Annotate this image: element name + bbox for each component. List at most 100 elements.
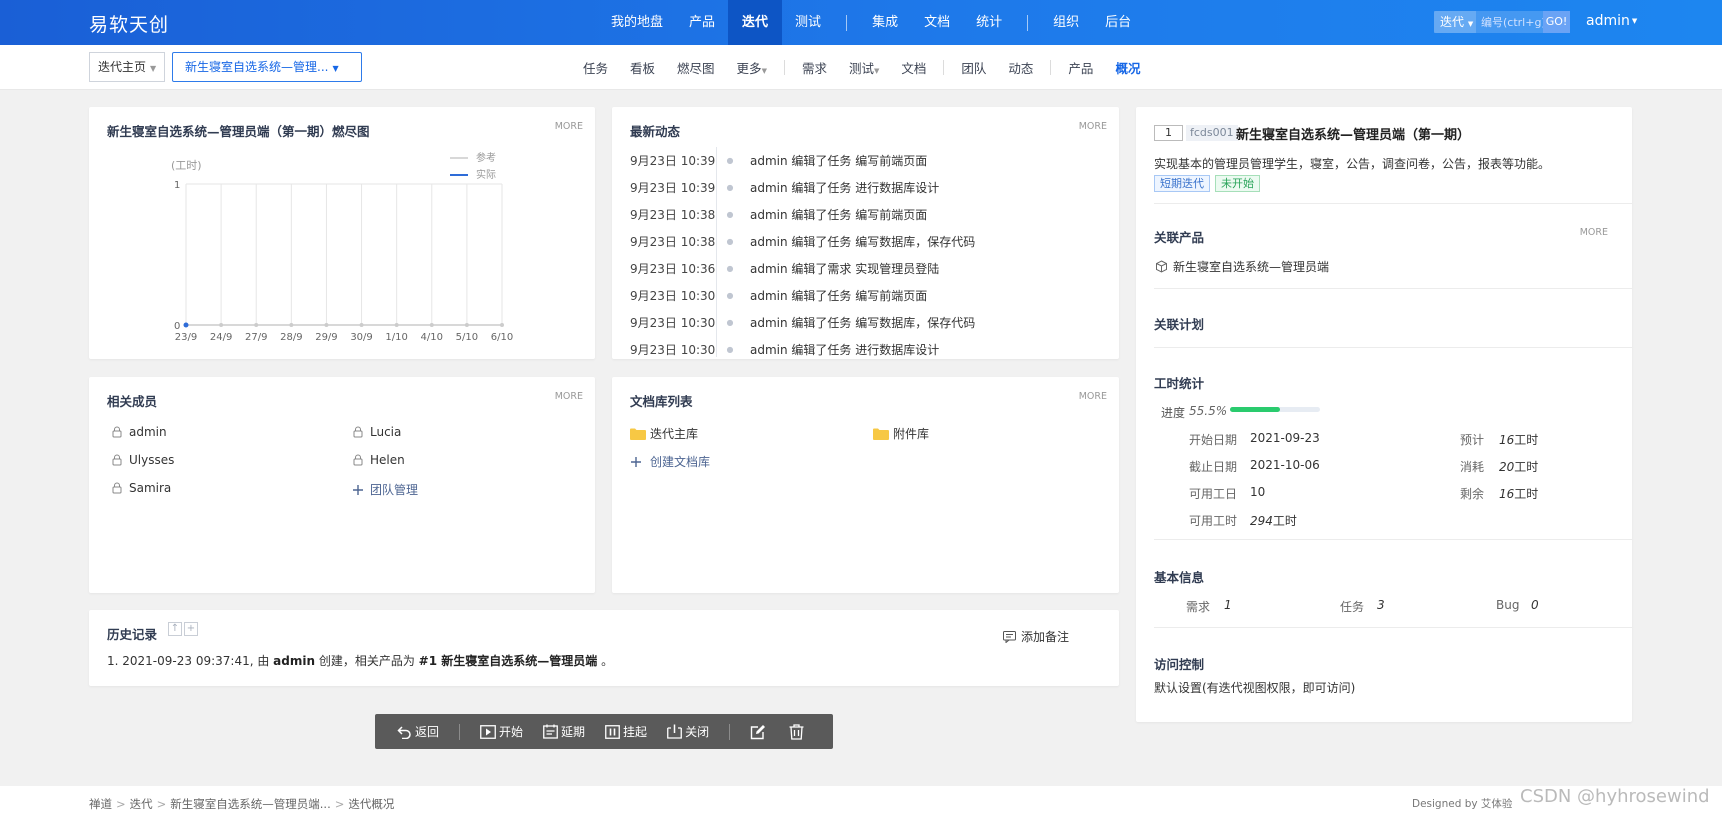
members-more-link[interactable]: MORE bbox=[555, 391, 583, 402]
data-point bbox=[254, 323, 259, 327]
tab-product[interactable]: 产品 bbox=[1057, 58, 1104, 77]
doclib-item[interactable]: 附件库 bbox=[873, 425, 929, 442]
power-icon bbox=[667, 724, 682, 739]
footer-crumb-separator: > bbox=[156, 797, 167, 811]
tab-story[interactable]: 需求 bbox=[791, 58, 838, 77]
dynamics-list: 9月23日 10:39 ● admin 编辑了任务 编写前端页面 9月23日 10:… bbox=[630, 147, 1100, 357]
tab-test[interactable]: 测试▼ bbox=[838, 58, 890, 77]
search-type-select[interactable]: 迭代 ▼ bbox=[1434, 11, 1476, 33]
create-doclib-link[interactable]: 创建文档库 bbox=[630, 453, 710, 470]
trash-icon bbox=[789, 723, 804, 740]
linked-product-title: 关联产品 bbox=[1154, 230, 1205, 245]
nav-item-qa[interactable]: 测试 bbox=[782, 0, 834, 45]
tab-more[interactable]: 更多▼ bbox=[726, 58, 778, 77]
left-unit: 工时 bbox=[1514, 487, 1539, 501]
nav-item-doc[interactable]: 文档 bbox=[911, 0, 963, 45]
search-box: 迭代 ▼ GO! bbox=[1434, 11, 1570, 33]
start-button[interactable]: 开始 bbox=[480, 723, 523, 740]
linked-product-more-link[interactable]: MORE bbox=[1580, 227, 1608, 238]
y-tick-label: 0 bbox=[174, 321, 180, 332]
footer-crumb-separator: > bbox=[116, 797, 126, 811]
dynamic-text[interactable]: admin 编辑了任务 进行数据库设计 bbox=[740, 341, 939, 357]
dynamic-text[interactable]: admin 编辑了任务 编写数据库，保存代码 bbox=[740, 233, 975, 250]
x-tick-label: 1/10 bbox=[385, 332, 407, 343]
tab-burn[interactable]: 燃尽图 bbox=[666, 58, 726, 77]
nav-item-ci[interactable]: 集成 bbox=[859, 0, 911, 45]
nav-item-product[interactable]: 产品 bbox=[676, 0, 728, 45]
dynamic-text[interactable]: admin 编辑了任务 编写前端页面 bbox=[740, 152, 927, 169]
tab-doc[interactable]: 文档 bbox=[890, 58, 937, 77]
member-item: Helen bbox=[352, 453, 405, 467]
tab-task[interactable]: 任务 bbox=[572, 58, 619, 77]
footer-breadcrumb: 禅道 > 迭代 > 新生寝室自选系统—管理员端... > 迭代概况 bbox=[89, 796, 394, 812]
add-note-button[interactable]: 添加备注 bbox=[1002, 628, 1069, 645]
close-button[interactable]: 关闭 bbox=[667, 723, 709, 740]
user-name: admin bbox=[1586, 13, 1630, 29]
back-button[interactable]: 返回 bbox=[397, 723, 439, 740]
app-logo[interactable]: 易软天创 bbox=[89, 10, 169, 37]
progress-bar-fill bbox=[1230, 407, 1280, 412]
calendar-icon bbox=[543, 724, 558, 739]
workhours-label: 可用工时 bbox=[1189, 514, 1238, 528]
expand-all-button[interactable]: + bbox=[184, 622, 198, 636]
dynamic-text[interactable]: admin 编辑了任务 进行数据库设计 bbox=[740, 179, 939, 196]
execution-desc: 实现基本的管理员管理学生，寝室，公告，调查问卷，公告，报表等功能。 bbox=[1154, 157, 1551, 171]
search-go-button[interactable]: GO! bbox=[1543, 11, 1570, 33]
data-point bbox=[324, 323, 329, 327]
tab-kanban[interactable]: 看板 bbox=[619, 58, 666, 77]
edit-button[interactable] bbox=[750, 724, 769, 740]
breadcrumb-home[interactable]: 迭代主页 ▼ bbox=[89, 52, 166, 82]
consumed-number: 20 bbox=[1499, 460, 1515, 474]
history-entry-user: admin bbox=[273, 654, 316, 668]
suspend-button[interactable]: 挂起 bbox=[605, 723, 647, 740]
member-name: Lucia bbox=[370, 425, 402, 439]
delay-button[interactable]: 延期 bbox=[543, 723, 585, 740]
nav-item-company[interactable]: 组织 bbox=[1040, 0, 1092, 45]
history-entry-mid: 创建，相关产品为 bbox=[315, 654, 419, 668]
delete-button[interactable] bbox=[789, 723, 807, 740]
data-point bbox=[500, 323, 504, 327]
sub-navbar: 迭代主页 ▼ 新生寝室自选系统—管理... ▼ 任务 看板 燃尽图 更多▼ 需求 测… bbox=[0, 45, 1722, 90]
create-doclib-label: 创建文档库 bbox=[650, 455, 711, 469]
timeline-dot: ● bbox=[726, 237, 734, 246]
nav-item-my[interactable]: 我的地盘 bbox=[598, 0, 676, 45]
doclib-more-link[interactable]: MORE bbox=[1079, 391, 1107, 402]
history-order-buttons: ↑ + bbox=[168, 622, 198, 636]
tab-view[interactable]: 概况 bbox=[1104, 58, 1151, 77]
list-item: 9月23日 10:39 ● admin 编辑了任务 编写前端页面 bbox=[630, 147, 1100, 174]
dynamic-text[interactable]: admin 编辑了任务 编写数据库，保存代码 bbox=[740, 314, 975, 331]
footer-crumb-home[interactable]: 禅道 bbox=[89, 797, 112, 811]
chevron-down-icon: ▼ bbox=[332, 64, 339, 73]
chevron-down-icon: ▼ bbox=[1467, 20, 1474, 28]
dynamic-text[interactable]: admin 编辑了任务 编写前端页面 bbox=[740, 206, 927, 223]
footer: 禅道 > 迭代 > 新生寝室自选系统—管理员端... > 迭代概况 Designed by … bbox=[0, 786, 1722, 819]
history-entry-product[interactable]: #1 新生寝室自选系统—管理员端 bbox=[419, 654, 598, 668]
nav-item-admin[interactable]: 后台 bbox=[1092, 0, 1144, 45]
nav-item-report[interactable]: 统计 bbox=[963, 0, 1015, 45]
linked-plan-title: 关联计划 bbox=[1154, 317, 1205, 332]
search-input[interactable] bbox=[1476, 11, 1543, 33]
dynamic-text[interactable]: admin 编辑了需求 实现管理员登陆 bbox=[740, 260, 939, 277]
dynamic-text[interactable]: admin 编辑了任务 编写前端页面 bbox=[740, 287, 927, 304]
linked-product-link[interactable]: 新生寝室自选系统—管理员端 bbox=[1155, 258, 1329, 275]
estimate-number: 16 bbox=[1499, 433, 1515, 447]
x-tick-label: 24/9 bbox=[210, 332, 232, 343]
doclib-item[interactable]: 迭代主库 bbox=[630, 425, 698, 442]
member-name: admin bbox=[129, 425, 167, 439]
tab-team[interactable]: 团队 bbox=[950, 58, 997, 77]
breadcrumb-execution[interactable]: 新生寝室自选系统—管理... ▼ bbox=[172, 52, 362, 82]
nav-item-execution[interactable]: 迭代 bbox=[728, 0, 783, 45]
footer-crumb-execution[interactable]: 新生寝室自选系统—管理员端... bbox=[170, 797, 330, 811]
footer-crumb-module[interactable]: 迭代 bbox=[130, 797, 153, 811]
footer-crumb-current: 迭代概况 bbox=[348, 797, 395, 811]
member-item: admin bbox=[111, 425, 167, 439]
team-manage-link[interactable]: 团队管理 bbox=[352, 481, 418, 498]
members-panel: 相关成员 MORE admin Lucia Ulysses Helen Sami… bbox=[89, 377, 595, 593]
tab-dynamic[interactable]: 动态 bbox=[997, 58, 1044, 77]
dynamics-more-link[interactable]: MORE bbox=[1079, 121, 1107, 132]
consumed-unit: 工时 bbox=[1514, 460, 1539, 474]
sort-up-button[interactable]: ↑ bbox=[168, 622, 182, 636]
close-label: 关闭 bbox=[685, 725, 710, 739]
divider bbox=[1154, 347, 1632, 348]
user-menu[interactable]: admin ▼ bbox=[1586, 13, 1637, 29]
